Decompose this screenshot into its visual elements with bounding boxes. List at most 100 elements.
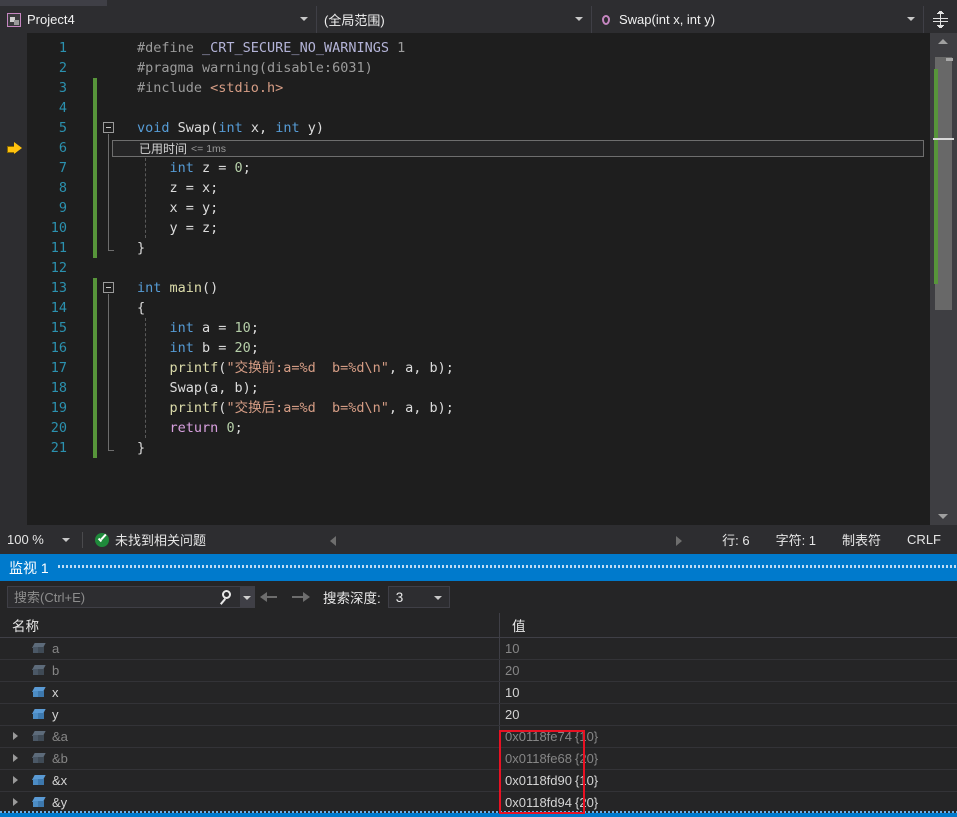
watch-value-cell[interactable]: 10 <box>500 682 957 703</box>
code-line[interactable]: 4 <box>27 98 930 118</box>
search-input[interactable] <box>8 589 218 606</box>
code-line[interactable]: 14{ <box>27 298 930 318</box>
line-number: 19 <box>27 398 67 418</box>
expand-arrow-icon[interactable] <box>8 726 24 747</box>
code-line[interactable]: 12 <box>27 258 930 278</box>
table-row[interactable]: x10 <box>0 682 957 704</box>
line-number: 13 <box>27 278 67 298</box>
expand-arrow-icon[interactable] <box>8 770 24 791</box>
editor-status-bar: 100 % 未找到相关问题 行: 6 字符: 1 制表符 CRLF <box>0 525 957 554</box>
table-row[interactable]: &x0x0118fd90{10} <box>0 770 957 792</box>
watch-dereferenced-value: {10} <box>575 773 598 788</box>
issue-status[interactable]: 未找到相关问题 <box>83 530 206 549</box>
code-line[interactable]: 5 void Swap(int x, int y) <box>27 118 930 138</box>
next-issue-icon[interactable] <box>676 536 682 546</box>
watch-name-cell[interactable]: &a <box>0 726 500 747</box>
search-options-dropdown[interactable] <box>240 587 254 607</box>
line-content: x = y; <box>137 198 218 218</box>
scope-selector[interactable]: (全局范围) <box>317 6 592 33</box>
line-number: 16 <box>27 338 67 358</box>
watch-name-cell[interactable]: &y <box>0 792 500 813</box>
expander-placeholder <box>8 638 24 659</box>
watch-value-cell[interactable]: 0x0118fd90{10} <box>500 770 957 791</box>
code-line[interactable]: 10 y = z; <box>27 218 930 238</box>
code-line[interactable]: 1#define _CRT_SECURE_NO_WARNINGS 1 <box>27 38 930 58</box>
chevron-down-icon <box>434 596 442 600</box>
code-line[interactable]: 21} <box>27 438 930 458</box>
line-content: } <box>137 438 145 458</box>
code-line[interactable]: 2#pragma warning(disable:6031) <box>27 58 930 78</box>
scroll-up-icon[interactable] <box>938 39 948 44</box>
table-row[interactable]: &a 0x0118fe74{10} <box>0 726 957 748</box>
title-bar-drag-handle[interactable] <box>58 565 957 568</box>
line-content: #pragma warning(disable:6031) <box>137 58 373 78</box>
performance-tip[interactable]: 已用时间<= 1ms <box>112 140 924 157</box>
table-row[interactable]: &b0x0118fe68{20} <box>0 748 957 770</box>
indicator-margin[interactable] <box>0 33 27 525</box>
code-line[interactable]: 3#include <stdio.h> <box>27 78 930 98</box>
watch-name-cell[interactable]: x <box>0 682 500 703</box>
watch-value-cell[interactable]: 0x0118fe74{10} <box>500 726 957 747</box>
expand-arrow-icon[interactable] <box>8 748 24 769</box>
project-selector[interactable]: Project4 <box>0 6 317 33</box>
watch-bottom-border <box>0 813 957 817</box>
search-depth-selector[interactable]: 3 <box>388 586 450 608</box>
code-line[interactable]: 17 printf("交换前:a=%d b=%d\n", a, b); <box>27 358 930 378</box>
watch-value-cell[interactable]: 20 <box>500 660 957 681</box>
column-header-name[interactable]: 名称 <box>0 613 500 637</box>
watch-name-cell[interactable]: a <box>0 638 500 659</box>
watch-name-cell[interactable]: y <box>0 704 500 725</box>
line-content: void Swap(int x, int y) <box>137 118 324 138</box>
code-line[interactable]: 16 int b = 20; <box>27 338 930 358</box>
line-content: printf("交换后:a=%d b=%d\n", a, b); <box>137 398 454 418</box>
editor-vertical-scrollbar[interactable] <box>930 33 957 525</box>
watch-value-cell[interactable]: 10 <box>500 638 957 659</box>
code-line[interactable]: 8 z = x; <box>27 178 930 198</box>
split-window-button[interactable] <box>924 6 957 33</box>
column-header-value[interactable]: 值 <box>500 613 957 637</box>
watch-grid[interactable]: 名称 值 a10b20x10y20&a0x0118fe74{10}&b0x011… <box>0 613 957 817</box>
line-number: 5 <box>27 118 67 138</box>
watch-variable-name: &y <box>52 795 67 810</box>
line-content: int main() <box>137 278 218 298</box>
code-line[interactable]: 15 int a = 10; <box>27 318 930 338</box>
watch-variable-name: &a <box>52 729 68 744</box>
watch-name-cell[interactable]: b <box>0 660 500 681</box>
watch-variable-value: 10 <box>505 641 519 656</box>
watch-toolbar: 搜索深度: 3 <box>0 581 957 613</box>
watch-name-cell[interactable]: &b <box>0 748 500 769</box>
watch-value-cell[interactable]: 0x0118fd94{20} <box>500 792 957 813</box>
code-text-area[interactable]: 1#define _CRT_SECURE_NO_WARNINGS 12#prag… <box>27 33 930 525</box>
watch-value-cell[interactable]: 0x0118fe68{20} <box>500 748 957 769</box>
previous-issue-icon[interactable] <box>330 536 336 546</box>
watch-window: 监视 1 搜索深度: 3 <box>0 554 957 817</box>
watch-window-title-bar[interactable]: 监视 1 <box>0 554 957 581</box>
table-row[interactable]: y 20 <box>0 704 957 726</box>
watch-variable-name: a <box>52 641 59 656</box>
code-line[interactable]: 20 return 0; <box>27 418 930 438</box>
search-next-button[interactable] <box>285 585 315 609</box>
watch-value-cell[interactable]: 20 <box>500 704 957 725</box>
code-editor[interactable]: 1#define _CRT_SECURE_NO_WARNINGS 12#prag… <box>0 33 957 525</box>
magnifier-icon[interactable] <box>218 587 240 607</box>
watch-variable-value: 20 <box>505 707 519 722</box>
watch-name-cell[interactable]: &x <box>0 770 500 791</box>
scope-name: (全局范围) <box>324 10 585 29</box>
expand-arrow-icon[interactable] <box>8 792 24 813</box>
zoom-level-selector[interactable]: 100 % <box>0 525 82 554</box>
line-number: 15 <box>27 318 67 338</box>
code-line[interactable]: 13 int main() <box>27 278 930 298</box>
scroll-down-icon[interactable] <box>938 514 948 519</box>
search-field[interactable] <box>7 586 255 608</box>
code-line[interactable]: 18 Swap(a, b); <box>27 378 930 398</box>
variable-cube-icon <box>32 642 45 655</box>
line-content: { <box>137 298 145 318</box>
code-line[interactable]: 11} <box>27 238 930 258</box>
search-previous-button[interactable] <box>255 585 285 609</box>
member-selector[interactable]: Swap(int x, int y) <box>592 6 924 33</box>
table-row[interactable]: a 10 <box>0 638 957 660</box>
table-row[interactable]: b20 <box>0 660 957 682</box>
code-line[interactable]: 7 int z = 0; <box>27 158 930 178</box>
code-line[interactable]: 9 x = y; <box>27 198 930 218</box>
code-line[interactable]: 19 printf("交换后:a=%d b=%d\n", a, b); <box>27 398 930 418</box>
